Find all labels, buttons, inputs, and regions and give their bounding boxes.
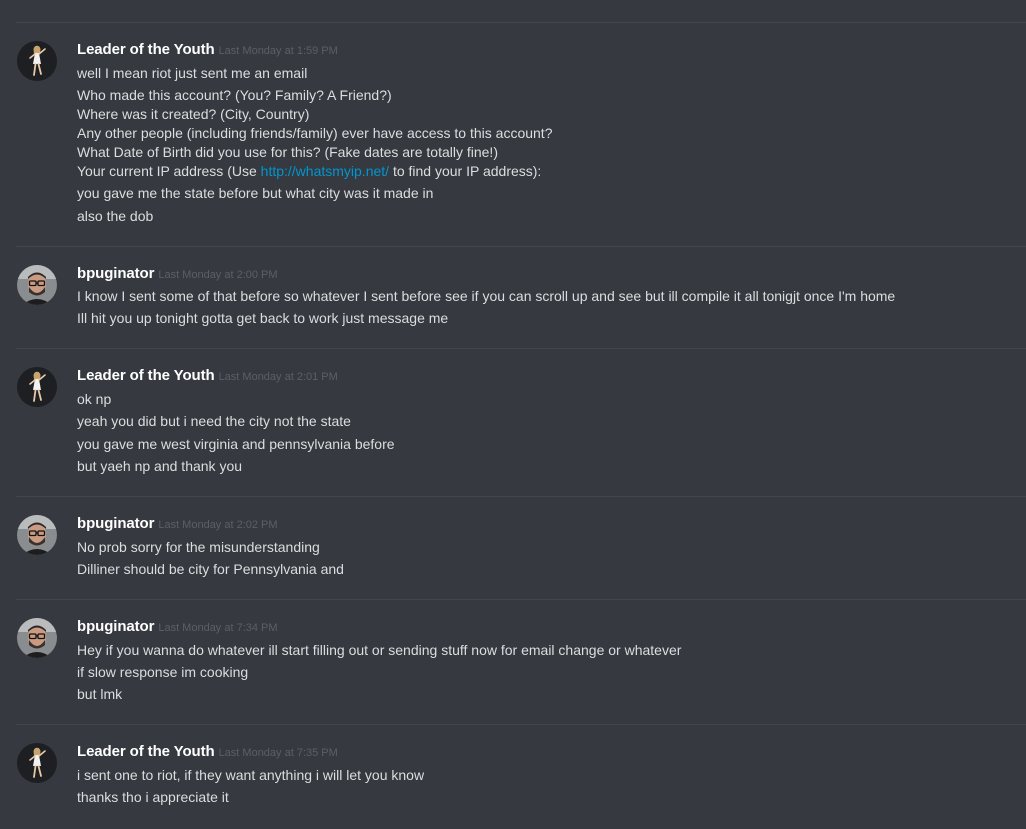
message-line: Hey if you wanna do whatever ill start f… xyxy=(77,642,682,658)
message-line: you gave me the state before but what ci… xyxy=(77,185,434,201)
timestamp: Last Monday at 2:00 PM xyxy=(158,269,278,281)
message-divider xyxy=(16,599,1026,600)
message-text: to find your IP address): xyxy=(389,163,542,179)
message-line: What Date of Birth did you use for this?… xyxy=(77,144,498,160)
message-line: ok np xyxy=(77,391,112,407)
username[interactable]: bpuginator xyxy=(77,618,154,635)
message-header: bpuginator Last Monday at 2:02 PM xyxy=(77,515,278,533)
username[interactable]: bpuginator xyxy=(77,265,154,282)
message-divider xyxy=(16,348,1026,349)
message-divider xyxy=(16,724,1026,725)
clipped-message-line xyxy=(77,0,637,4)
message-line: thanks tho i appreciate it xyxy=(77,789,229,805)
message-line: but yaeh np and thank you xyxy=(77,458,243,474)
timestamp: Last Monday at 2:02 PM xyxy=(158,519,278,531)
chat-messages-pane[interactable]: Leader of the Youth Last Monday at 1:59 P… xyxy=(0,0,1026,829)
message-header: bpuginator Last Monday at 7:34 PM xyxy=(77,618,278,636)
message-line: Where was it created? (City, Country) xyxy=(77,106,310,122)
timestamp: Last Monday at 7:35 PM xyxy=(218,747,338,759)
dancer-avatar-icon[interactable] xyxy=(17,367,57,407)
man-with-glasses-avatar-icon[interactable] xyxy=(17,618,57,658)
message-line: Who made this account? (You? Family? A F… xyxy=(77,87,392,103)
message-line: No prob sorry for the misunderstanding xyxy=(77,539,320,555)
message-line: also the dob xyxy=(77,208,154,224)
username[interactable]: Leader of the Youth xyxy=(77,743,215,760)
username[interactable]: Leader of the Youth xyxy=(77,367,215,384)
message-line: yeah you did but i need the city not the… xyxy=(77,413,351,429)
message-line: Ill hit you up tonight gotta get back to… xyxy=(77,310,449,326)
message-line: Dilliner should be city for Pennsylvania… xyxy=(77,561,344,577)
message-line: i sent one to riot, if they want anythin… xyxy=(77,767,425,783)
dancer-avatar-icon[interactable] xyxy=(17,743,57,783)
message-header: bpuginator Last Monday at 2:00 PM xyxy=(77,265,278,283)
message-line: you gave me west virginia and pennsylvan… xyxy=(77,436,395,452)
username[interactable]: Leader of the Youth xyxy=(77,41,215,58)
message-line: Your current IP address (Use http://what… xyxy=(77,162,541,181)
username[interactable]: bpuginator xyxy=(77,515,154,532)
message-divider xyxy=(16,22,1026,23)
message-line: Any other people (including friends/fami… xyxy=(77,125,553,141)
message-header: Leader of the Youth Last Monday at 1:59 P… xyxy=(77,41,338,59)
message-header: Leader of the Youth Last Monday at 7:35 P… xyxy=(77,743,338,761)
message-line: but lmk xyxy=(77,686,123,702)
message-divider xyxy=(16,246,1026,247)
man-with-glasses-avatar-icon[interactable] xyxy=(17,265,57,305)
timestamp: Last Monday at 7:34 PM xyxy=(158,622,278,634)
message-line: if slow response im cooking xyxy=(77,664,249,680)
ip-lookup-link[interactable]: http://whatsmyip.net/ xyxy=(261,163,389,179)
timestamp: Last Monday at 2:01 PM xyxy=(218,371,338,383)
message-text: Your current IP address (Use xyxy=(77,163,261,179)
message-header: Leader of the Youth Last Monday at 2:01 P… xyxy=(77,367,338,385)
dancer-avatar-icon[interactable] xyxy=(17,41,57,81)
message-line: I know I sent some of that before so wha… xyxy=(77,288,896,304)
message-line: well I mean riot just sent me an email xyxy=(77,65,308,81)
man-with-glasses-avatar-icon[interactable] xyxy=(17,515,57,555)
message-divider xyxy=(16,496,1026,497)
timestamp: Last Monday at 1:59 PM xyxy=(218,45,338,57)
